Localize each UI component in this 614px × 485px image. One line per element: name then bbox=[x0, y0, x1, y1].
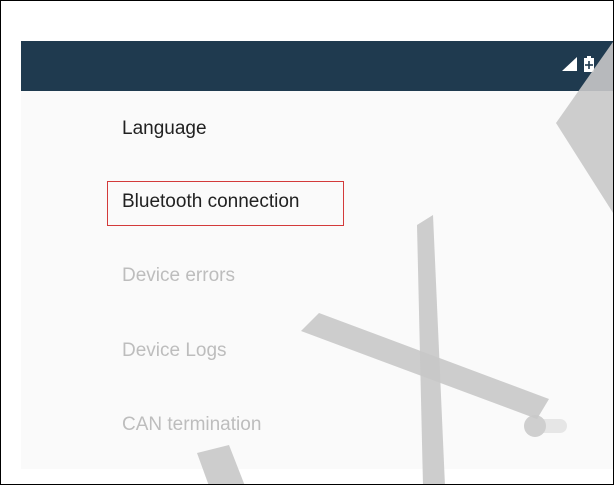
settings-item-bluetooth-connection[interactable]: Bluetooth connection bbox=[122, 190, 299, 214]
battery-charging-icon bbox=[584, 55, 594, 77]
screenshot-frame: Language Bluetooth connection Device err… bbox=[0, 0, 614, 485]
app-screen: Language Bluetooth connection Device err… bbox=[21, 41, 613, 469]
settings-item-can-termination: CAN termination bbox=[122, 414, 262, 435]
settings-item-language[interactable]: Language bbox=[122, 117, 207, 141]
toggle-thumb bbox=[524, 415, 546, 437]
status-bar bbox=[21, 41, 613, 91]
status-icons bbox=[562, 55, 594, 77]
can-termination-toggle[interactable] bbox=[521, 413, 569, 437]
signal-icon bbox=[562, 56, 577, 76]
settings-item-device-logs: Device Logs bbox=[122, 340, 227, 361]
settings-item-device-errors: Device errors bbox=[122, 265, 235, 286]
